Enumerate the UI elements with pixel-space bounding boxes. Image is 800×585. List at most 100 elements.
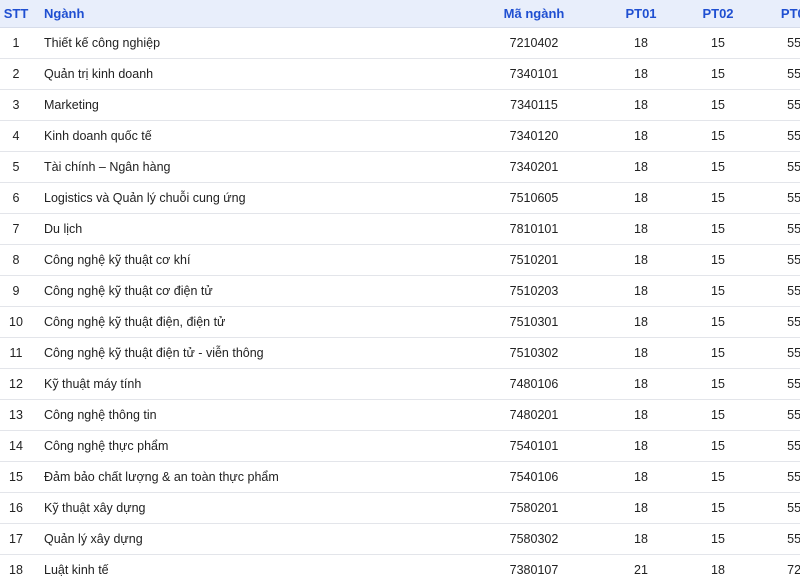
table-row: 5Tài chính – Ngân hàng73402011815550	[0, 152, 800, 183]
cell-pt01: 18	[604, 338, 678, 369]
cell-pt02: 15	[678, 59, 758, 90]
cell-pt02: 15	[678, 400, 758, 431]
cell-pt02: 15	[678, 214, 758, 245]
cell-pt01: 18	[604, 307, 678, 338]
cell-pt01: 18	[604, 59, 678, 90]
cell-code: 7510301	[464, 307, 604, 338]
cell-stt: 5	[0, 152, 32, 183]
table-row: 14Công nghệ thực phẩm75401011815550	[0, 431, 800, 462]
cell-pt03: 550	[758, 214, 800, 245]
cell-stt: 15	[0, 462, 32, 493]
cell-pt03: 550	[758, 276, 800, 307]
cell-stt: 6	[0, 183, 32, 214]
cell-stt: 11	[0, 338, 32, 369]
cell-pt02: 15	[678, 28, 758, 59]
table-row: 17Quản lý xây dựng75803021815550	[0, 524, 800, 555]
cell-name: Quản trị kinh doanh	[32, 59, 464, 90]
cell-name: Quản lý xây dựng	[32, 524, 464, 555]
cell-name: Tài chính – Ngân hàng	[32, 152, 464, 183]
cell-pt01: 18	[604, 462, 678, 493]
table-row: 18Luật kinh tế73801072118720	[0, 555, 800, 585]
table-row: 10Công nghệ kỹ thuật điện, điện tử751030…	[0, 307, 800, 338]
table-row: 3Marketing73401151815550	[0, 90, 800, 121]
cell-stt: 1	[0, 28, 32, 59]
table-header: STT Ngành Mã ngành PT01 PT02 PT03	[0, 0, 800, 28]
cell-code: 7340101	[464, 59, 604, 90]
cell-stt: 12	[0, 369, 32, 400]
table-row: 16Kỹ thuật xây dựng75802011815550	[0, 493, 800, 524]
table-row: 1Thiết kế công nghiệp72104021815550	[0, 28, 800, 59]
cell-pt01: 18	[604, 493, 678, 524]
cell-stt: 4	[0, 121, 32, 152]
cell-pt02: 15	[678, 90, 758, 121]
cell-name: Kỹ thuật máy tính	[32, 369, 464, 400]
cell-code: 7340201	[464, 152, 604, 183]
cell-code: 7480106	[464, 369, 604, 400]
cell-stt: 14	[0, 431, 32, 462]
table-body: 1Thiết kế công nghiệp721040218155502Quản…	[0, 28, 800, 585]
cell-pt01: 18	[604, 524, 678, 555]
cell-pt03: 550	[758, 307, 800, 338]
cell-pt03: 550	[758, 400, 800, 431]
table-row: 12Kỹ thuật máy tính74801061815550	[0, 369, 800, 400]
cell-pt03: 550	[758, 183, 800, 214]
cell-code: 7510201	[464, 245, 604, 276]
cell-name: Công nghệ kỹ thuật cơ điện tử	[32, 276, 464, 307]
cell-name: Luật kinh tế	[32, 555, 464, 585]
table-row: 2Quản trị kinh doanh73401011815550	[0, 59, 800, 90]
cell-pt03: 550	[758, 59, 800, 90]
cell-name: Đảm bảo chất lượng & an toàn thực phẩm	[32, 462, 464, 493]
header-code: Mã ngành	[464, 0, 604, 28]
cell-stt: 13	[0, 400, 32, 431]
cell-stt: 3	[0, 90, 32, 121]
cell-pt02: 15	[678, 431, 758, 462]
cell-code: 7380107	[464, 555, 604, 585]
cell-code: 7580302	[464, 524, 604, 555]
cell-pt02: 15	[678, 307, 758, 338]
cell-stt: 7	[0, 214, 32, 245]
cell-pt01: 18	[604, 369, 678, 400]
cell-name: Công nghệ thực phẩm	[32, 431, 464, 462]
header-pt03: PT03	[758, 0, 800, 28]
cell-name: Công nghệ kỹ thuật điện, điện tử	[32, 307, 464, 338]
cell-name: Công nghệ kỹ thuật điện tử - viễn thông	[32, 338, 464, 369]
cell-pt01: 18	[604, 90, 678, 121]
cell-pt01: 18	[604, 214, 678, 245]
cell-name: Kinh doanh quốc tế	[32, 121, 464, 152]
cell-pt02: 15	[678, 462, 758, 493]
header-pt01: PT01	[604, 0, 678, 28]
cell-pt02: 15	[678, 152, 758, 183]
cell-code: 7340115	[464, 90, 604, 121]
cell-code: 7540101	[464, 431, 604, 462]
cell-pt01: 18	[604, 431, 678, 462]
admission-scores-table: STT Ngành Mã ngành PT01 PT02 PT03 1Thiết…	[0, 0, 800, 585]
cell-stt: 8	[0, 245, 32, 276]
cell-code: 7510605	[464, 183, 604, 214]
header-row: STT Ngành Mã ngành PT01 PT02 PT03	[0, 0, 800, 28]
cell-pt03: 550	[758, 462, 800, 493]
cell-name: Logistics và Quản lý chuỗi cung ứng	[32, 183, 464, 214]
cell-stt: 17	[0, 524, 32, 555]
cell-pt01: 21	[604, 555, 678, 585]
cell-pt03: 550	[758, 121, 800, 152]
cell-pt03: 550	[758, 493, 800, 524]
cell-pt02: 15	[678, 276, 758, 307]
cell-pt02: 15	[678, 524, 758, 555]
cell-pt03: 550	[758, 524, 800, 555]
cell-pt03: 550	[758, 90, 800, 121]
table-row: 13Công nghệ thông tin74802011815550	[0, 400, 800, 431]
cell-pt01: 18	[604, 28, 678, 59]
cell-pt01: 18	[604, 245, 678, 276]
cell-name: Công nghệ kỹ thuật cơ khí	[32, 245, 464, 276]
cell-code: 7510203	[464, 276, 604, 307]
cell-pt02: 15	[678, 369, 758, 400]
table-row: 4Kinh doanh quốc tế73401201815550	[0, 121, 800, 152]
cell-pt02: 15	[678, 183, 758, 214]
cell-code: 7540106	[464, 462, 604, 493]
table-row: 7Du lịch78101011815550	[0, 214, 800, 245]
cell-name: Du lịch	[32, 214, 464, 245]
cell-stt: 18	[0, 555, 32, 585]
cell-name: Thiết kế công nghiệp	[32, 28, 464, 59]
cell-pt01: 18	[604, 183, 678, 214]
cell-code: 7340120	[464, 121, 604, 152]
